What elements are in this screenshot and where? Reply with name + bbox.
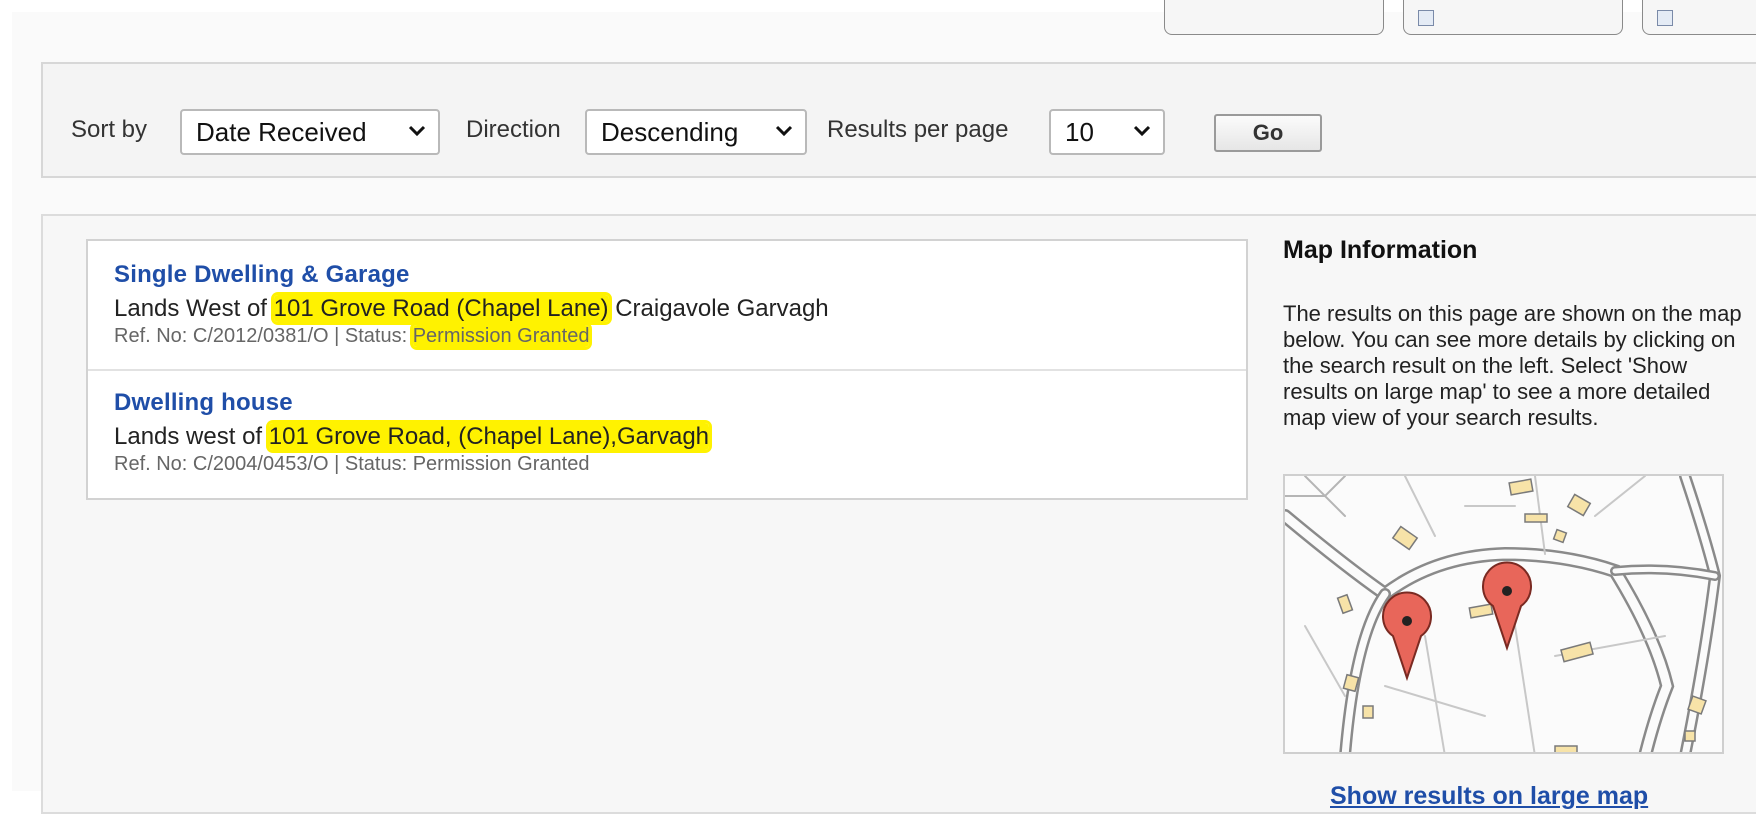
go-button[interactable]: Go bbox=[1214, 114, 1322, 152]
result-meta: Ref. No: C/2012/0381/O | Status: Permiss… bbox=[114, 325, 829, 348]
results-list: Single Dwelling & Garage Lands West of 1… bbox=[86, 239, 1248, 500]
results-map[interactable] bbox=[1283, 474, 1724, 754]
divider bbox=[88, 369, 1246, 371]
address-highlight: 101 Grove Road (Chapel Lane) bbox=[273, 295, 609, 322]
chevron-down-icon bbox=[775, 125, 793, 137]
result-address: Lands West of 101 Grove Road (Chapel Lan… bbox=[114, 295, 829, 323]
header-button-2[interactable] bbox=[1403, 0, 1623, 35]
sort-by-select[interactable]: Date Received bbox=[180, 109, 440, 155]
list-item[interactable]: Dwelling house Lands west of 101 Grove R… bbox=[114, 389, 710, 476]
sort-by-value: Date Received bbox=[196, 117, 367, 147]
address-prefix: Lands west of bbox=[114, 423, 269, 450]
document-icon bbox=[1657, 10, 1673, 26]
direction-select[interactable]: Descending bbox=[585, 109, 807, 155]
sort-by-label: Sort by bbox=[71, 116, 148, 143]
address-highlight: 101 Grove Road, (Chapel Lane),Garvagh bbox=[268, 423, 710, 450]
list-item[interactable]: Single Dwelling & Garage Lands West of 1… bbox=[114, 261, 829, 348]
result-title-link[interactable]: Dwelling house bbox=[114, 389, 709, 417]
status-text: Permission Granted bbox=[412, 453, 590, 475]
result-title-link[interactable]: Single Dwelling & Garage bbox=[114, 261, 829, 289]
map-info: Map Information The results on this page… bbox=[1283, 236, 1743, 431]
address-prefix: Lands West of bbox=[114, 295, 274, 322]
direction-value: Descending bbox=[601, 117, 739, 147]
map-info-description: The results on this page are shown on th… bbox=[1283, 301, 1742, 430]
meta-prefix: Ref. No: C/2012/0381/O | Status: bbox=[114, 325, 413, 347]
document-icon bbox=[1418, 10, 1434, 26]
address-suffix: Craigavole Garvagh bbox=[608, 295, 829, 322]
results-per-page-select[interactable]: 10 bbox=[1049, 109, 1165, 155]
header-button-3[interactable] bbox=[1642, 0, 1756, 35]
page: Sort by Date Received Direction Descendi… bbox=[12, 0, 1756, 814]
chevron-down-icon bbox=[1133, 125, 1151, 137]
meta-prefix: Ref. No: C/2004/0453/O | Status: bbox=[114, 453, 413, 475]
show-large-map-link[interactable]: Show results on large map bbox=[1330, 782, 1648, 811]
sort-bar: Sort by Date Received Direction Descendi… bbox=[41, 62, 1756, 178]
chevron-down-icon bbox=[408, 125, 426, 137]
result-meta: Ref. No: C/2004/0453/O | Status: Permiss… bbox=[114, 453, 709, 476]
results-per-page-value: 10 bbox=[1065, 117, 1094, 147]
map-marker-icon[interactable] bbox=[1382, 591, 1432, 682]
results-per-page-label: Results per page bbox=[827, 116, 1009, 143]
map-info-heading: Map Information bbox=[1283, 236, 1478, 264]
result-address: Lands west of 101 Grove Road, (Chapel La… bbox=[114, 423, 710, 451]
map-graphic bbox=[1285, 476, 1722, 752]
results-panel: Single Dwelling & Garage Lands West of 1… bbox=[41, 214, 1756, 814]
header-button-1[interactable] bbox=[1164, 0, 1384, 35]
status-text: Permission Granted bbox=[412, 325, 590, 347]
direction-label: Direction bbox=[466, 116, 561, 143]
